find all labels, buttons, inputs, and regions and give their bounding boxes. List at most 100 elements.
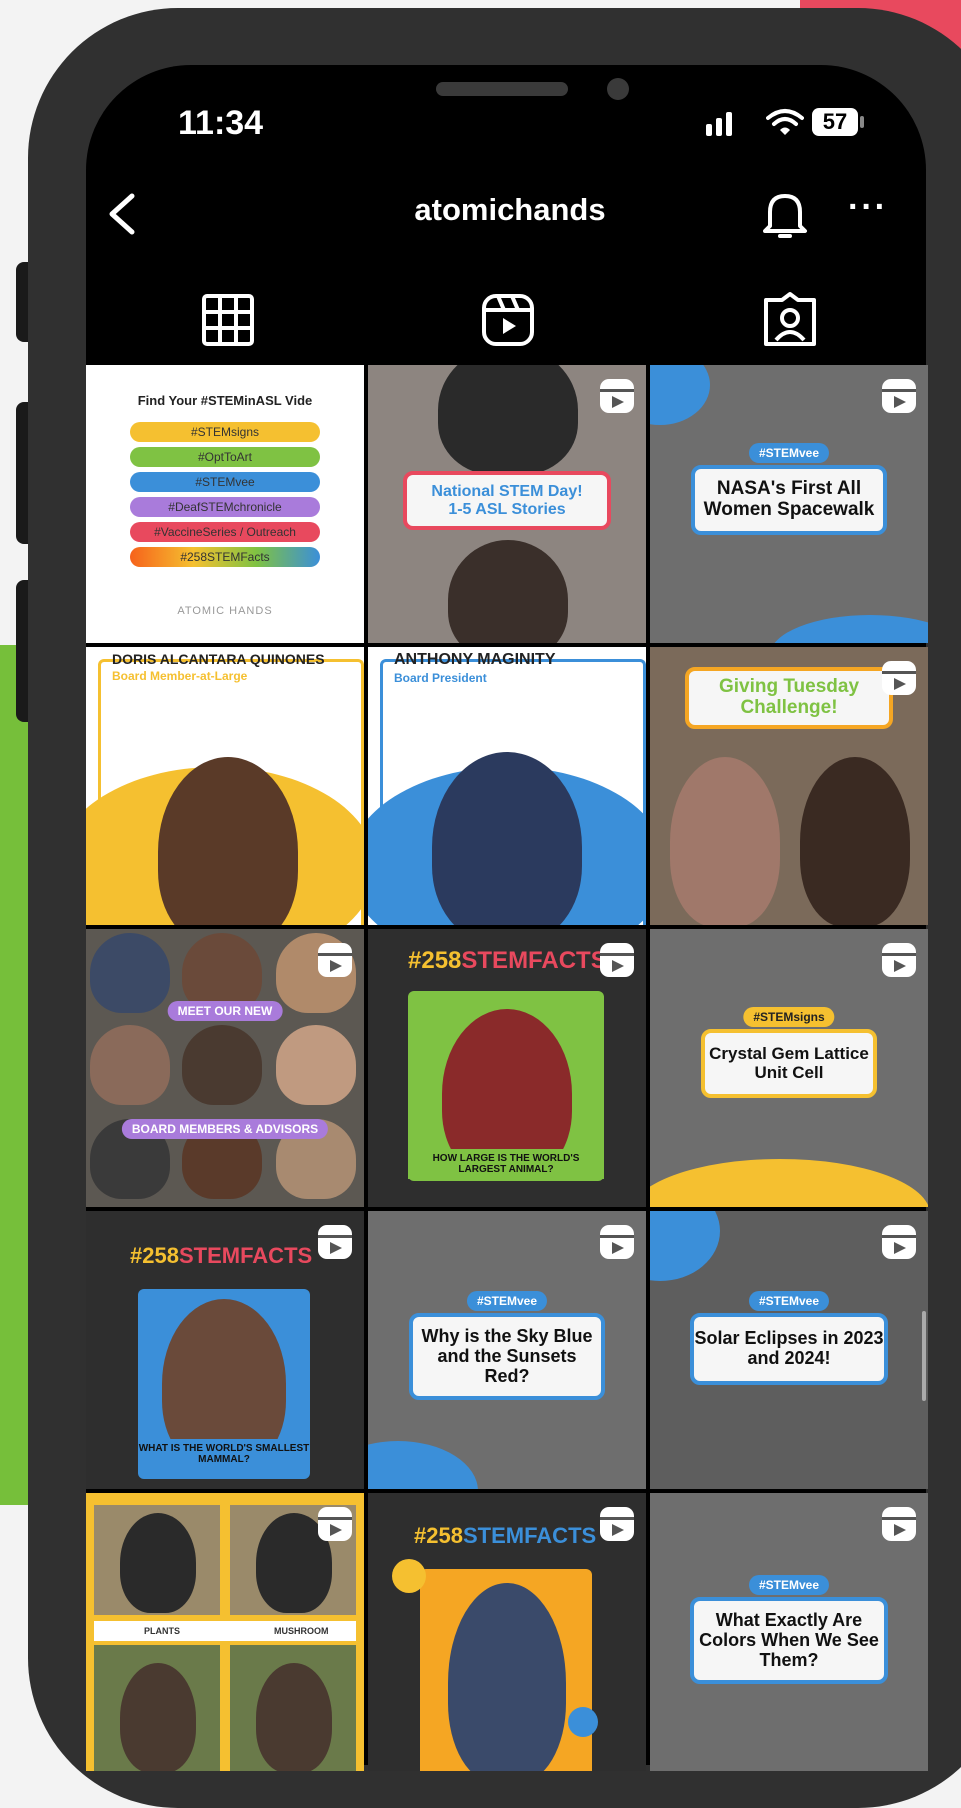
person-image <box>120 1663 196 1771</box>
person-image <box>256 1663 332 1771</box>
reels-tab-icon[interactable] <box>478 290 538 350</box>
post-tile[interactable]: DORIS ALCANTARA QUINONES Board Member-at… <box>86 647 364 925</box>
hashtag-badge: #STEMvee <box>748 1291 830 1311</box>
post-tile[interactable]: PLANTS MUSHROOM <box>86 1493 364 1771</box>
series-heading: #258STEMFACTS <box>130 1243 312 1269</box>
post-label: NASA's First All Women Spacewalk <box>691 465 887 535</box>
person-image <box>90 933 170 1013</box>
person-image <box>448 540 568 643</box>
person-image <box>276 1025 356 1105</box>
hashtag-badge: #STEMvee <box>748 1575 830 1595</box>
post-caption: HOW LARGE IS THE WORLD'S LARGEST ANIMAL? <box>408 1149 604 1179</box>
signal-icon <box>706 112 736 136</box>
scrollbar[interactable] <box>922 1311 926 1401</box>
series-word: STEMFACTS <box>462 1523 597 1548</box>
reel-icon <box>882 661 916 695</box>
post-tile[interactable]: #258STEMFACTS <box>368 1493 646 1771</box>
battery-cap <box>860 116 864 128</box>
comparison-labels: PLANTS MUSHROOM <box>94 1621 356 1641</box>
person-image <box>182 1025 262 1105</box>
notification-bell-icon[interactable] <box>760 188 810 242</box>
post-tile[interactable]: MEET OUR NEW BOARD MEMBERS & ADVISORS <box>86 929 364 1207</box>
post-label: Solar Eclipses in 2023 and 2024! <box>690 1313 888 1385</box>
reel-icon <box>882 1507 916 1541</box>
reel-icon <box>882 379 916 413</box>
hashtag-badge: #STEMsigns <box>743 1007 835 1027</box>
series-word: STEMFACTS <box>178 1243 313 1268</box>
post-tile[interactable]: National STEM Day! 1-5 ASL Stories <box>368 365 646 643</box>
reel-icon <box>882 943 916 977</box>
hashtag-pill: #OptToArt <box>130 447 320 467</box>
person-image <box>670 757 780 925</box>
hashtag-badge: #STEMvee <box>466 1291 548 1311</box>
post-tile[interactable]: #STEMsigns Crystal Gem Lattice Unit Cell <box>650 929 928 1207</box>
post-title: Find Your #STEMinASL Vide <box>137 393 313 408</box>
post-tile[interactable]: #STEMvee Solar Eclipses in 2023 and 2024… <box>650 1211 928 1489</box>
series-number: #258 <box>408 947 462 974</box>
hashtag-pill: #DeafSTEMchronicle <box>130 497 320 517</box>
notch-camera <box>607 78 629 100</box>
decor-blob <box>650 365 710 425</box>
series-heading: #258STEMFACTS <box>408 947 607 975</box>
reel-icon <box>882 1225 916 1259</box>
member-name: DORIS ALCANTARA QUINONES <box>112 651 325 667</box>
person-image <box>800 757 910 925</box>
person-image <box>448 1583 566 1771</box>
reel-icon <box>600 943 634 977</box>
decor-blob <box>650 1211 720 1281</box>
hashtag-pill: #STEMvee <box>130 472 320 492</box>
notch-speaker <box>436 82 568 96</box>
caption-badge: MEET OUR NEW <box>167 1001 283 1021</box>
series-number: #258 <box>414 1523 463 1548</box>
hashtag-pill: #258STEMFacts <box>130 547 320 567</box>
post-tile[interactable]: #STEMvee What Exactly Are Colors When We… <box>650 1493 928 1771</box>
post-label: Why is the Sky Blue and the Sunsets Red? <box>409 1313 605 1401</box>
comparison-label: MUSHROOM <box>274 1626 329 1636</box>
caption-badge: BOARD MEMBERS & ADVISORS <box>121 1119 329 1139</box>
hashtag-pill: #STEMsigns <box>130 422 320 442</box>
person-image <box>438 365 578 475</box>
reel-icon <box>600 379 634 413</box>
phone-notch <box>268 65 748 131</box>
back-chevron-icon[interactable] <box>100 190 144 238</box>
member-role: Board President <box>394 671 487 685</box>
globe-icon <box>568 1707 598 1737</box>
decor-blob <box>368 1441 478 1489</box>
post-tile[interactable]: #258STEMFACTS WHAT IS THE WORLD'S SMALLE… <box>86 1211 364 1489</box>
label-line: National STEM Day! <box>431 483 583 500</box>
post-tile[interactable]: #STEMvee Why is the Sky Blue and the Sun… <box>368 1211 646 1489</box>
member-name: ANTHONY MAGINITY <box>394 651 556 668</box>
post-label: Giving Tuesday Challenge! <box>685 667 893 729</box>
post-label: What Exactly Are Colors When We See Them… <box>690 1597 888 1685</box>
reel-icon <box>318 1507 352 1541</box>
reel-icon <box>318 1225 352 1259</box>
post-caption: WHAT IS THE WORLD'S SMALLEST MAMMAL? <box>138 1439 310 1469</box>
decor-blob <box>770 615 928 643</box>
post-tile[interactable]: ANTHONY MAGINITY Board President <box>368 647 646 925</box>
status-time: 11:34 <box>178 104 264 142</box>
person-image <box>120 1513 196 1613</box>
reel-icon <box>600 1225 634 1259</box>
post-tile[interactable]: Find Your #STEMinASL Vide #STEMsigns #Op… <box>86 365 364 643</box>
comparison-label: PLANTS <box>144 1626 180 1636</box>
post-tile[interactable]: Giving Tuesday Challenge! <box>650 647 928 925</box>
grid-tab-icon[interactable] <box>198 290 258 350</box>
reel-icon <box>600 1507 634 1541</box>
member-role: Board Member-at-Large <box>112 669 248 683</box>
post-tile[interactable]: #STEMvee NASA's First All Women Spacewal… <box>650 365 928 643</box>
person-image <box>90 1025 170 1105</box>
profile-username: atomichands <box>414 192 606 227</box>
series-heading: #258STEMFACTS <box>414 1523 596 1549</box>
series-number: #258 <box>130 1243 179 1268</box>
wifi-icon <box>766 109 804 135</box>
tagged-tab-icon[interactable] <box>760 290 820 350</box>
hashtag-badge: #STEMvee <box>748 443 830 463</box>
post-label: Crystal Gem Lattice Unit Cell <box>701 1029 877 1099</box>
post-tile[interactable]: #258STEMFACTS HOW LARGE IS THE WORLD'S L… <box>368 929 646 1207</box>
decor-blob <box>650 1159 928 1207</box>
reel-icon <box>318 943 352 977</box>
post-label: National STEM Day! 1-5 ASL Stories <box>403 471 611 531</box>
label-line: 1-5 ASL Stories <box>448 500 566 518</box>
hashtag-pill: #VaccineSeries / Outreach <box>130 522 320 542</box>
more-options-button[interactable]: ··· <box>848 188 888 227</box>
